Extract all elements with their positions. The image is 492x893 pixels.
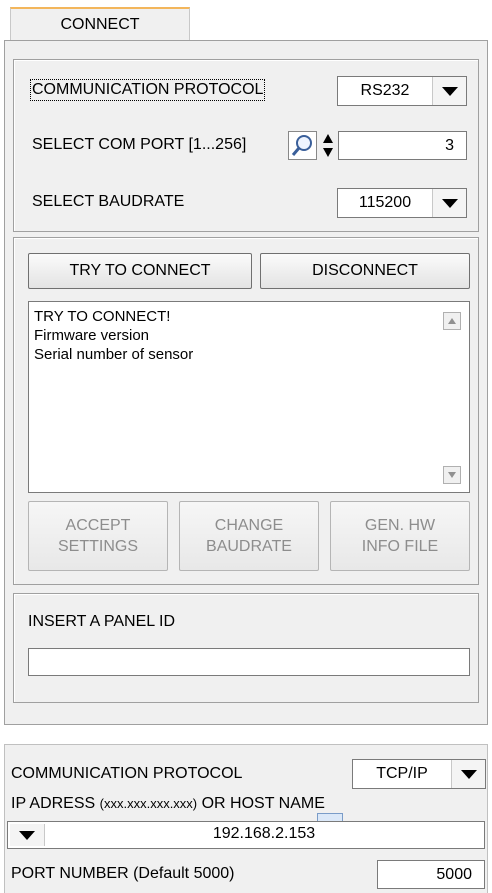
ip-label-format: (xxx.xxx.xxx.xxx) [99,796,198,811]
baudrate-select-value: 115200 [358,194,412,211]
accept-settings-label-1: ACCEPT [65,517,131,534]
tcp-ip-section: COMMUNICATION PROTOCOL TCP/IP IP ADRESS … [4,744,488,893]
log-line: TRY TO CONNECT! [34,308,171,325]
splitter-handle-icon[interactable] [317,813,343,821]
panel-id-label: INSERT A PANEL ID [28,613,176,630]
triangle-down-icon[interactable] [10,824,45,846]
ip-label-prefix: IP ADRESS [11,795,100,812]
protocol-select-value: RS232 [360,82,410,99]
ip-label-suffix: OR HOST NAME [197,795,325,812]
panel-id-input[interactable] [28,648,470,676]
protocol-label: COMMUNICATION PROTOCOL [29,79,266,101]
triangle-down-icon[interactable] [451,760,485,788]
change-baudrate-label-1: CHANGE [214,517,284,534]
com-port-input[interactable]: 3 [338,131,467,160]
accept-settings-button[interactable]: ACCEPT SETTINGS [28,501,168,571]
gen-hw-label-1: GEN. HW [364,517,436,534]
log-line: Firmware version [34,327,150,344]
magnifier-icon[interactable] [288,131,317,160]
gen-hw-label-2: INFO FILE [361,538,439,555]
log-line: Serial number of sensor [34,346,194,363]
port-number-label: PORT NUMBER (Default 5000) [11,865,235,882]
log-lines: TRY TO CONNECT! Firmware version Serial … [34,307,193,364]
connect-panel: COMMUNICATION PROTOCOL RS232 SELECT COM … [4,40,488,725]
tab-connect[interactable]: CONNECT [10,7,190,41]
spinner-arrows-icon[interactable] [321,131,335,160]
port-number-input[interactable]: 5000 [377,860,485,889]
ip-address-field[interactable]: 192.168.2.153 [7,821,485,849]
log-textarea[interactable]: TRY TO CONNECT! Firmware version Serial … [28,301,470,493]
baudrate-select[interactable]: 115200 [337,188,467,218]
ip-address-label: IP ADRESS (xxx.xxx.xxx.xxx) OR HOST NAME [11,795,325,813]
scroll-up-icon[interactable] [443,312,461,330]
protocol-select[interactable]: RS232 [337,76,467,106]
ip-address-value: 192.168.2.153 [212,825,316,842]
protocol-group: COMMUNICATION PROTOCOL RS232 SELECT COM … [13,59,479,232]
panel-id-group: INSERT A PANEL ID [13,593,479,703]
accept-settings-label-2: SETTINGS [57,538,138,555]
triangle-down-icon[interactable] [432,77,466,105]
connection-group: TRY TO CONNECT DISCONNECT TRY TO CONNECT… [13,237,479,585]
gen-hw-info-file-button[interactable]: GEN. HW INFO FILE [330,501,470,571]
tcp-protocol-select-value: TCP/IP [376,765,428,782]
change-baudrate-label-2: BAUDRATE [206,538,292,555]
triangle-down-icon[interactable] [432,189,466,217]
com-port-label: SELECT COM PORT [1...256] [32,136,247,153]
try-to-connect-button[interactable]: TRY TO CONNECT [28,253,252,289]
disconnect-button[interactable]: DISCONNECT [260,253,470,289]
change-baudrate-button[interactable]: CHANGE BAUDRATE [179,501,319,571]
scroll-down-icon[interactable] [443,466,461,484]
baudrate-label: SELECT BAUDRATE [32,193,185,210]
tcp-protocol-select[interactable]: TCP/IP [352,759,486,789]
